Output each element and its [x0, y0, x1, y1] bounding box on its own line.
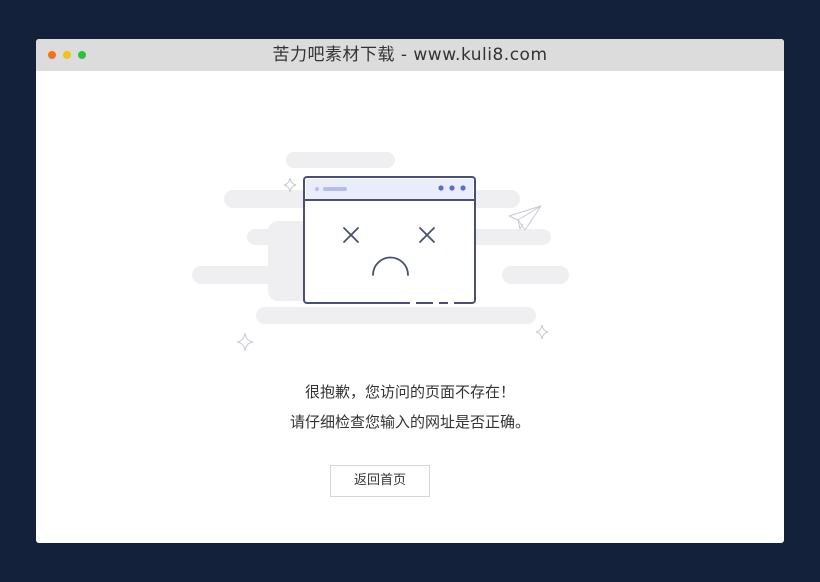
sad-browser-window-icon [303, 176, 476, 305]
error-illustration [192, 152, 569, 352]
window-title: 苦力吧素材下载 - www.kuli8.com [272, 45, 548, 65]
error-page-content: 很抱歉，您访问的页面不存在！ 请仔细检查您输入的网址是否正确。 返回首页 [36, 71, 784, 543]
error-message-primary: 很抱歉，您访问的页面不存在！ [304, 383, 515, 401]
paper-plane-icon [508, 205, 542, 231]
title-bar: 苦力吧素材下载 - www.kuli8.com [36, 39, 784, 71]
browser-window: 苦力吧素材下载 - www.kuli8.com 很抱歉，您访问的页面不存在！ 请… [36, 39, 784, 543]
back-to-home-button[interactable]: 返回首页 [330, 465, 430, 497]
error-message-secondary: 请仔细检查您输入的网址是否正确。 [289, 413, 530, 431]
